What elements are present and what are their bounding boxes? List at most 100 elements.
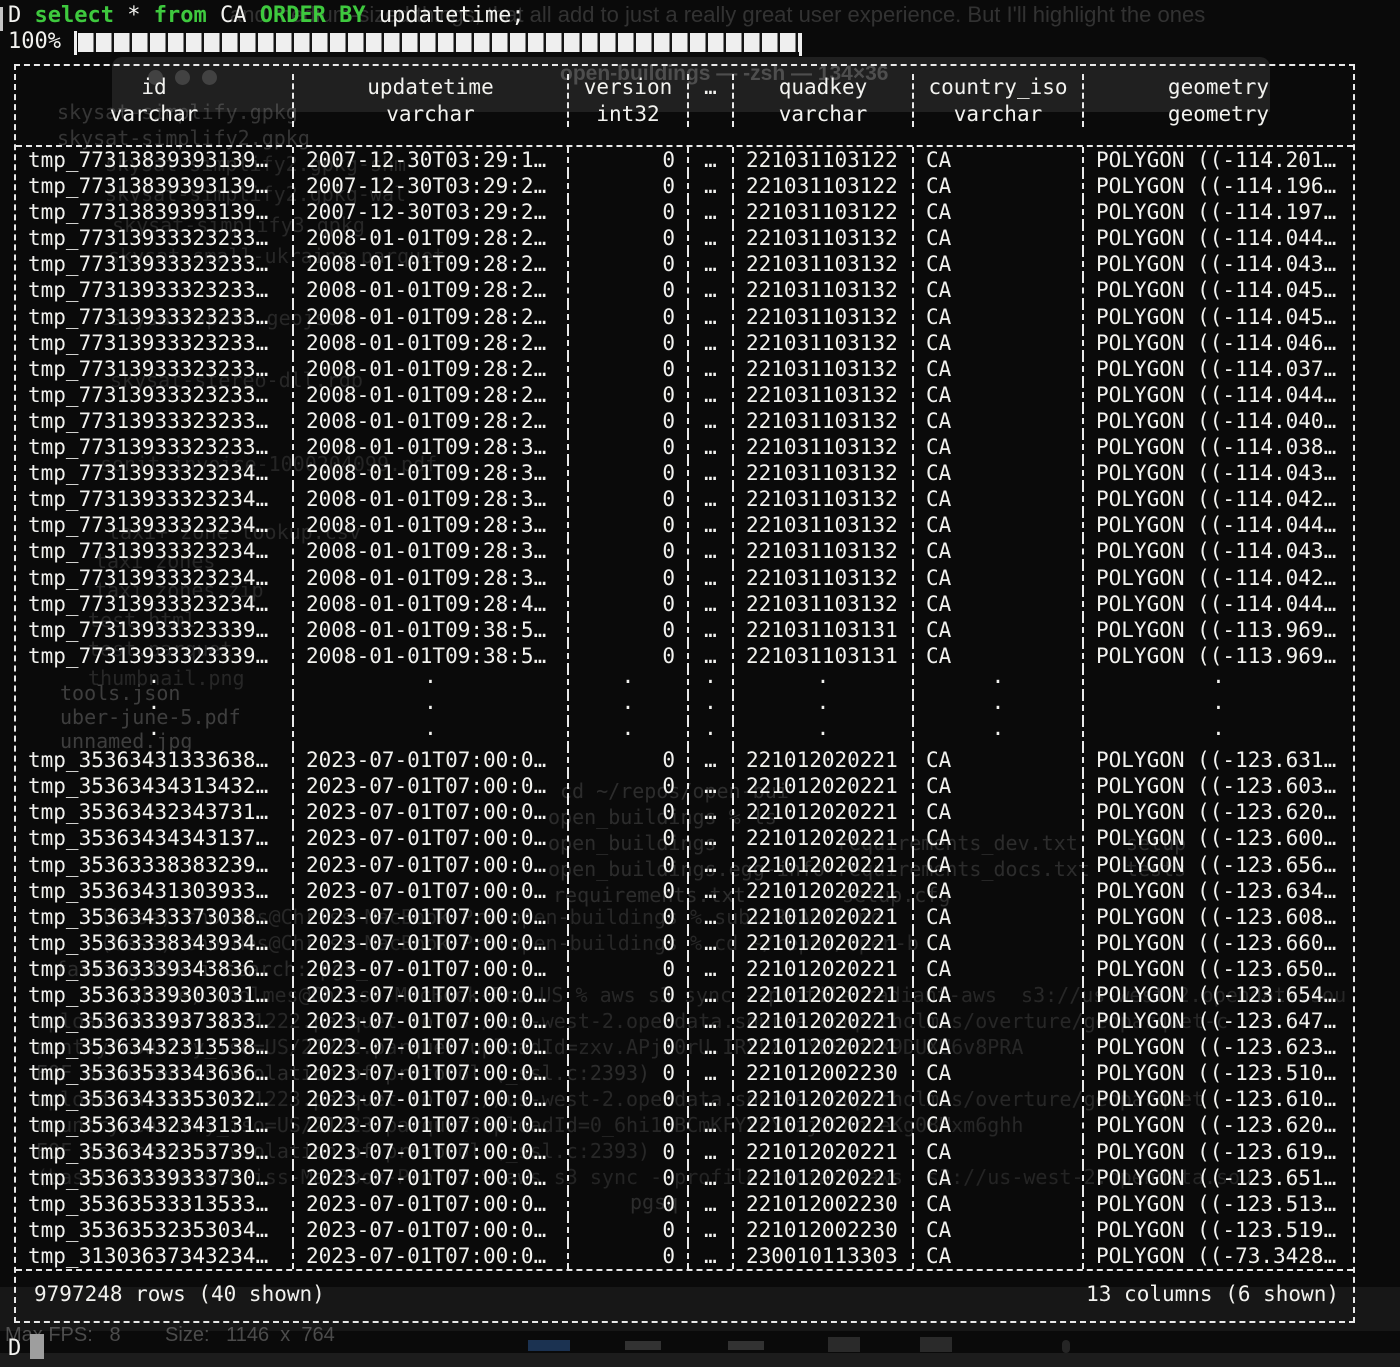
table-cell: 2008-01-01T09:28:3… — [292, 460, 567, 486]
table-row-ellipsis: ······· — [16, 695, 1353, 721]
table-cell: … — [687, 1139, 732, 1165]
table-cell: 0 — [567, 486, 687, 512]
table-cell: tmp_77313933323233… — [16, 304, 292, 330]
table-cell: CA — [912, 225, 1082, 251]
table-row: tmp_35363532353034…2023-07-01T07:00:0…0…… — [16, 1217, 1353, 1243]
table-row: tmp_35363433373038…2023-07-01T07:00:0…0…… — [16, 904, 1353, 930]
table-cell: 2008-01-01T09:28:3… — [292, 486, 567, 512]
table-cell: 221012002230 — [732, 1217, 912, 1243]
table-cell: CA — [912, 1034, 1082, 1060]
table-cell: 0 — [567, 1008, 687, 1034]
table-cell: CA — [912, 330, 1082, 356]
table-cell: tmp_77313933323233… — [16, 356, 292, 382]
table-cell: 0 — [567, 643, 687, 669]
table-cell: CA — [912, 878, 1082, 904]
table-cell: POLYGON ((-114.042… — [1082, 565, 1353, 591]
table-cell: 2023-07-01T07:00:0… — [292, 1243, 567, 1269]
table-cell: · — [292, 721, 567, 747]
table-cell: CA — [912, 1191, 1082, 1217]
table-cell: CA — [912, 982, 1082, 1008]
table-cell: POLYGON ((-123.620… — [1082, 1112, 1353, 1138]
table-cell: 0 — [567, 251, 687, 277]
column-header-quadkey: quadkeyvarchar — [732, 74, 912, 127]
table-cell: POLYGON ((-123.600… — [1082, 825, 1353, 851]
table-cell: tmp_35363434343137… — [16, 825, 292, 851]
table-cell: 0 — [567, 747, 687, 773]
sql-text: updatetime; — [366, 3, 525, 28]
table-cell: 0 — [567, 304, 687, 330]
table-cell: 221031103131 — [732, 643, 912, 669]
table-cell: CA — [912, 1217, 1082, 1243]
table-cell: 221031103122 — [732, 147, 912, 173]
table-cell: … — [687, 1086, 732, 1112]
shell-prompt: D — [8, 3, 35, 28]
table-cell: 221012020221 — [732, 852, 912, 878]
table-cell: 0 — [567, 199, 687, 225]
table-cell: 0 — [567, 408, 687, 434]
table-row: tmp_35363432353739…2023-07-01T07:00:0…0…… — [16, 1139, 1353, 1165]
table-cell: 2008-01-01T09:28:2… — [292, 277, 567, 303]
table-cell: 0 — [567, 434, 687, 460]
table-cell: 2023-07-01T07:00:0… — [292, 1034, 567, 1060]
table-cell: 2023-07-01T07:00:0… — [292, 1217, 567, 1243]
table-cell: 0 — [567, 930, 687, 956]
table-cell: tmp_77313933323234… — [16, 512, 292, 538]
table-cell: 221012020221 — [732, 982, 912, 1008]
table-cell: 221012020221 — [732, 747, 912, 773]
table-cell: POLYGON ((-114.197… — [1082, 199, 1353, 225]
table-cell: tmp_35363339303031… — [16, 982, 292, 1008]
table-cell: CA — [912, 617, 1082, 643]
table-cell: 221012020221 — [732, 956, 912, 982]
table-cell: · — [567, 721, 687, 747]
table-row: tmp_77313933323233…2008-01-01T09:28:2…0…… — [16, 225, 1353, 251]
table-cell: 221012020221 — [732, 1139, 912, 1165]
table-cell: 0 — [567, 512, 687, 538]
table-cell: … — [687, 460, 732, 486]
table-row: tmp_35363433353032…2023-07-01T07:00:0…0…… — [16, 1086, 1353, 1112]
sql-keyword: select — [35, 3, 114, 28]
table-cell: 0 — [567, 173, 687, 199]
table-row: tmp_35363339333730…2023-07-01T07:00:0…0…… — [16, 1165, 1353, 1191]
table-cell: … — [687, 982, 732, 1008]
table-cell: tmp_77313933323339… — [16, 617, 292, 643]
table-row: tmp_77313933323233…2008-01-01T09:28:2…0…… — [16, 304, 1353, 330]
table-cell: POLYGON ((-123.654… — [1082, 982, 1353, 1008]
column-count-label: 13 columns (6 shown) — [1086, 1281, 1339, 1307]
table-cell: … — [687, 277, 732, 303]
table-cell: … — [687, 538, 732, 564]
table-cell: 221012020221 — [732, 1086, 912, 1112]
table-row: tmp_35363434313432…2023-07-01T07:00:0…0…… — [16, 773, 1353, 799]
table-row: tmp_77313933323234…2008-01-01T09:28:3…0…… — [16, 565, 1353, 591]
table-row: tmp_77313933323233…2008-01-01T09:28:3…0…… — [16, 434, 1353, 460]
table-cell: tmp_31303637343234… — [16, 1243, 292, 1269]
table-cell: · — [1082, 695, 1353, 721]
table-cell: POLYGON ((-123.623… — [1082, 1034, 1353, 1060]
table-cell: … — [687, 1112, 732, 1138]
table-cell: 2023-07-01T07:00:0… — [292, 825, 567, 851]
table-cell: tmp_77313839393139… — [16, 147, 292, 173]
table-cell: CA — [912, 565, 1082, 591]
table-cell: … — [687, 382, 732, 408]
table-cell: 0 — [567, 773, 687, 799]
table-cell: … — [687, 617, 732, 643]
prompt-line[interactable]: D — [8, 1334, 44, 1362]
table-cell: … — [687, 225, 732, 251]
table-cell: 0 — [567, 852, 687, 878]
table-cell: 0 — [567, 538, 687, 564]
table-cell: … — [687, 1191, 732, 1217]
table-cell: CA — [912, 538, 1082, 564]
table-cell: POLYGON ((-123.620… — [1082, 799, 1353, 825]
table-cell: · — [292, 669, 567, 695]
table-cell: tmp_35363432313538… — [16, 1034, 292, 1060]
progress-bar — [78, 33, 800, 52]
table-cell: tmp_77313933323234… — [16, 460, 292, 486]
table-row: tmp_77313839393139…2007-12-30T03:29:2…0…… — [16, 199, 1353, 225]
table-cell: … — [687, 930, 732, 956]
table-cell: … — [687, 356, 732, 382]
table-cell: 2007-12-30T03:29:2… — [292, 173, 567, 199]
table-cell: … — [687, 591, 732, 617]
table-cell: CA — [912, 1086, 1082, 1112]
table-cell: POLYGON ((-123.634… — [1082, 878, 1353, 904]
query-tokens: select * from CA ORDER BY updatetime; — [35, 3, 525, 28]
table-row: tmp_77313933323233…2008-01-01T09:28:2…0…… — [16, 408, 1353, 434]
